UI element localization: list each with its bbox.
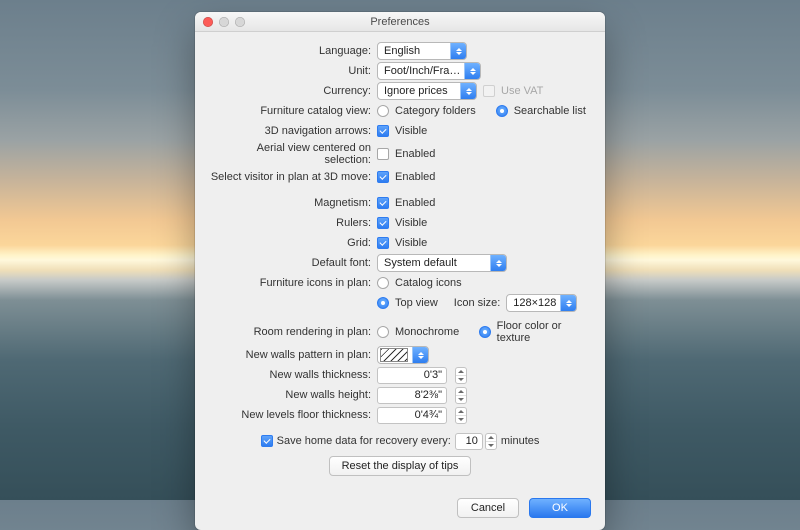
catalog-searchable-label: Searchable list	[514, 105, 586, 117]
label-icon-size: Icon size:	[454, 297, 500, 309]
chevron-updown-icon	[412, 347, 428, 363]
use-vat-checkbox	[483, 85, 495, 97]
label-magnetism: Magnetism:	[209, 197, 377, 209]
room-floor-radio[interactable]	[479, 326, 491, 338]
label-furniture-icons: Furniture icons in plan:	[209, 277, 377, 289]
walls-height-stepper[interactable]	[455, 387, 467, 404]
nav-arrows-checklabel: Visible	[395, 125, 427, 137]
label-default-font: Default font:	[209, 257, 377, 269]
aerial-centered-checklabel: Enabled	[395, 148, 435, 160]
label-nav-arrows: 3D navigation arrows:	[209, 125, 377, 137]
label-currency: Currency:	[209, 85, 377, 97]
label-language: Language:	[209, 45, 377, 57]
catalog-searchable-radio[interactable]	[496, 105, 508, 117]
titlebar[interactable]: Preferences	[195, 12, 605, 32]
use-vat-label: Use VAT	[501, 85, 543, 97]
catalog-folders-radio[interactable]	[377, 105, 389, 117]
label-select-visitor: Select visitor in plan at 3D move:	[209, 171, 377, 183]
label-grid: Grid:	[209, 237, 377, 249]
content: Language: English Unit: Foot/Inch/Fra… C…	[195, 32, 605, 488]
icons-catalog-label: Catalog icons	[395, 277, 462, 289]
label-rulers: Rulers:	[209, 217, 377, 229]
chevron-updown-icon	[560, 295, 576, 311]
walls-pattern-select[interactable]	[377, 346, 429, 364]
walls-thickness-value: 0'3"	[424, 369, 442, 381]
icons-topview-radio[interactable]	[377, 297, 389, 309]
label-unit: Unit:	[209, 65, 377, 77]
aerial-centered-checkbox[interactable]	[377, 148, 389, 160]
currency-value: Ignore prices	[384, 85, 448, 97]
ok-label: OK	[552, 502, 568, 514]
room-mono-radio[interactable]	[377, 326, 389, 338]
walls-thickness-stepper[interactable]	[455, 367, 467, 384]
label-walls-pattern: New walls pattern in plan:	[209, 349, 377, 361]
window-title: Preferences	[195, 16, 605, 28]
hatch-pattern-icon	[380, 348, 408, 362]
nav-arrows-checkbox[interactable]	[377, 125, 389, 137]
icon-size-select[interactable]: 128×128	[506, 294, 577, 312]
label-aerial: Aerial view centered on selection:	[209, 142, 377, 166]
walls-height-value: 8'2⅜"	[415, 389, 442, 401]
chevron-updown-icon	[490, 255, 506, 271]
rulers-checklabel: Visible	[395, 217, 427, 229]
language-select[interactable]: English	[377, 42, 467, 60]
grid-checklabel: Visible	[395, 237, 427, 249]
unit-select[interactable]: Foot/Inch/Fra…	[377, 62, 481, 80]
reset-tips-label: Reset the display of tips	[342, 460, 459, 472]
magnetism-checklabel: Enabled	[395, 197, 435, 209]
icons-topview-label: Top view	[395, 297, 438, 309]
autosave-checkbox[interactable]	[261, 435, 273, 447]
default-font-select[interactable]: System default	[377, 254, 507, 272]
autosave-stepper[interactable]	[485, 433, 497, 450]
autosave-value: 10	[466, 435, 478, 447]
default-font-value: System default	[384, 257, 457, 269]
chevron-updown-icon	[464, 63, 480, 79]
label-levels-thickness: New levels floor thickness:	[209, 409, 377, 421]
cancel-button[interactable]: Cancel	[457, 498, 519, 518]
walls-height-field[interactable]: 8'2⅜"	[377, 387, 447, 404]
preferences-window: Preferences Language: English Unit: Foot…	[195, 12, 605, 530]
unit-value: Foot/Inch/Fra…	[384, 65, 460, 77]
levels-thickness-stepper[interactable]	[455, 407, 467, 424]
walls-thickness-field[interactable]: 0'3"	[377, 367, 447, 384]
icon-size-value: 128×128	[513, 297, 556, 309]
ok-button[interactable]: OK	[529, 498, 591, 518]
autosave-suffix: minutes	[501, 435, 540, 447]
label-catalog-view: Furniture catalog view:	[209, 105, 377, 117]
chevron-updown-icon	[450, 43, 466, 59]
label-walls-height: New walls height:	[209, 389, 377, 401]
label-walls-thickness: New walls thickness:	[209, 369, 377, 381]
rulers-checkbox[interactable]	[377, 217, 389, 229]
room-mono-label: Monochrome	[395, 326, 459, 338]
currency-select[interactable]: Ignore prices	[377, 82, 477, 100]
levels-thickness-value: 0'4¾"	[415, 409, 442, 421]
icons-catalog-radio[interactable]	[377, 277, 389, 289]
room-floor-label: Floor color or texture	[497, 320, 591, 344]
label-room-rendering: Room rendering in plan:	[209, 326, 377, 338]
grid-checkbox[interactable]	[377, 237, 389, 249]
select-visitor-checkbox[interactable]	[377, 171, 389, 183]
language-value: English	[384, 45, 420, 57]
catalog-folders-label: Category folders	[395, 105, 476, 117]
autosave-prefix: Save home data for recovery every:	[277, 435, 451, 447]
cancel-label: Cancel	[471, 502, 505, 514]
autosave-field[interactable]: 10	[455, 433, 483, 450]
magnetism-checkbox[interactable]	[377, 197, 389, 209]
footer: Cancel OK	[195, 488, 605, 530]
reset-tips-button[interactable]: Reset the display of tips	[329, 456, 472, 476]
levels-thickness-field[interactable]: 0'4¾"	[377, 407, 447, 424]
select-visitor-checklabel: Enabled	[395, 171, 435, 183]
chevron-updown-icon	[460, 83, 476, 99]
